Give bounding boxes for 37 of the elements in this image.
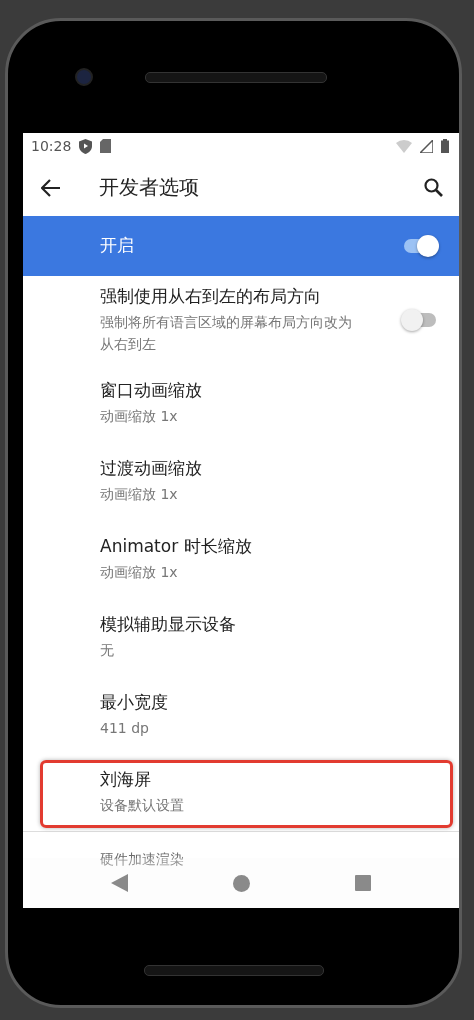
- item-title: 模拟辅助显示设备: [100, 612, 237, 636]
- shield-icon: [79, 138, 93, 154]
- item-summary: 设备默认设置: [100, 796, 185, 816]
- settings-item[interactable]: 过渡动画缩放 动画缩放 1x: [23, 441, 459, 520]
- back-icon[interactable]: [110, 874, 128, 892]
- back-arrow-icon[interactable]: [41, 178, 61, 197]
- settings-item[interactable]: 最小宽度 411 dp: [23, 675, 459, 754]
- item-summary: 动画缩放 1x: [100, 406, 179, 426]
- item-summary: 无: [100, 640, 115, 660]
- item-title: 最小宽度: [100, 690, 169, 714]
- battery-icon: [441, 139, 449, 154]
- sd-card-icon: [100, 139, 112, 154]
- item-title: 刘海屏: [100, 768, 152, 792]
- settings-item[interactable]: 刘海屏 设备默认设置: [23, 753, 459, 832]
- item-title: 强制使用从右到左的布局方向: [100, 284, 322, 308]
- settings-item[interactable]: 强制使用从右到左的布局方向 强制将所有语言区域的屏幕布局方向改为从右到左: [23, 275, 459, 364]
- signal-icon: [420, 139, 433, 153]
- item-summary: 强制将所有语言区域的屏幕布局方向改为从右到左: [100, 312, 353, 354]
- search-icon[interactable]: [424, 178, 443, 198]
- settings-item[interactable]: Animator 时长缩放 动画缩放 1x: [23, 519, 459, 598]
- item-summary: 411 dp: [100, 718, 150, 738]
- status-time: 10:28: [31, 138, 72, 155]
- recents-icon[interactable]: [355, 875, 372, 891]
- item-title: 过渡动画缩放: [100, 456, 203, 480]
- wifi-icon: [396, 139, 412, 154]
- item-title: 窗口动画缩放: [100, 378, 203, 402]
- item-title: Animator 时长缩放: [100, 534, 253, 558]
- switch-label: 开启: [100, 234, 135, 258]
- home-icon[interactable]: [233, 874, 250, 892]
- master-switch-bar[interactable]: 开启: [23, 215, 459, 276]
- item-summary: 动画缩放 1x: [100, 484, 179, 504]
- item-summary: 动画缩放 1x: [100, 562, 179, 582]
- camera-icon: [75, 68, 93, 86]
- page-title: 开发者选项: [99, 174, 200, 202]
- settings-item[interactable]: 模拟辅助显示设备 无: [23, 597, 459, 676]
- item-title: 硬件加速渲染: [100, 850, 184, 867]
- settings-item[interactable]: 窗口动画缩放 动画缩放 1x: [23, 363, 459, 442]
